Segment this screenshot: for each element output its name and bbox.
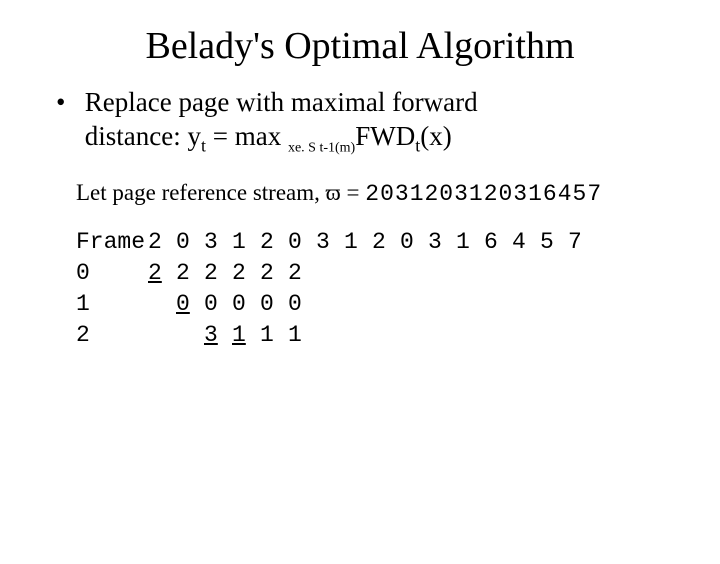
table-row: 100000 [76,289,720,320]
table-header-cell: 7 [568,227,596,258]
table-header-cell: 2 [372,227,400,258]
table-header-cell: 4 [512,227,540,258]
table-cell: 2 [176,258,204,289]
bullet-marker: • [56,86,78,120]
table-row: 23111 [76,320,720,351]
table-cell: 2 [288,258,316,289]
table-header-cell: 1 [344,227,372,258]
table-cell: 3 [204,320,232,351]
table-cell: 2 [204,258,232,289]
bullet-line2b: = max [206,121,288,151]
table-header-cell: 1 [456,227,484,258]
table-cell: 1 [288,320,316,351]
table-header-cell: 3 [428,227,456,258]
table-header-cell: 3 [316,227,344,258]
table-row-label: 0 [76,258,148,289]
table-header-cell: 5 [540,227,568,258]
table-row-label: 1 [76,289,148,320]
slide-title: Belady's Optimal Algorithm [0,24,720,68]
table-cell: 1 [260,320,288,351]
table-cell: 0 [288,289,316,320]
bullet-line2c: FWD [355,121,415,151]
table-header-cell: 6 [484,227,512,258]
stream-value: 2031203120316457 [365,181,602,207]
table-header-label: Frame [76,227,148,258]
table-header-row: Frame2031203120316457 [76,227,720,258]
reference-stream-line: Let page reference stream, ϖ = 203120312… [76,180,720,207]
stream-label: Let page reference stream, [76,180,326,205]
table-header-cell: 0 [400,227,428,258]
table-header-cell: 2 [148,227,176,258]
table-cell: 1 [232,320,260,351]
frame-table: Frame2031203120316457 022222210000023111 [76,227,720,351]
table-cell: 0 [176,289,204,320]
bullet-item: • Replace page with maximal forward dist… [56,86,680,154]
table-row-label: 2 [76,320,148,351]
table-header-cell: 0 [176,227,204,258]
table-cell: 2 [148,258,176,289]
table-cell: 2 [260,258,288,289]
table-header-cell: 3 [204,227,232,258]
subscript-xs: xe. S t-1(m) [288,140,355,155]
table-cell: 2 [232,258,260,289]
table-header-cell: 0 [288,227,316,258]
bullet-line2d: (x) [420,121,451,151]
omega-symbol: ϖ [326,180,341,205]
table-row: 0222222 [76,258,720,289]
bullet-line1: Replace page with maximal forward [85,87,478,117]
stream-eq: = [341,180,365,205]
table-cell: 0 [260,289,288,320]
table-header-cell: 1 [232,227,260,258]
bullet-text: Replace page with maximal forward distan… [85,86,665,154]
table-cell: 0 [232,289,260,320]
table-header-cell: 2 [260,227,288,258]
bullet-line2a: distance: y [85,121,201,151]
table-cell: 0 [204,289,232,320]
